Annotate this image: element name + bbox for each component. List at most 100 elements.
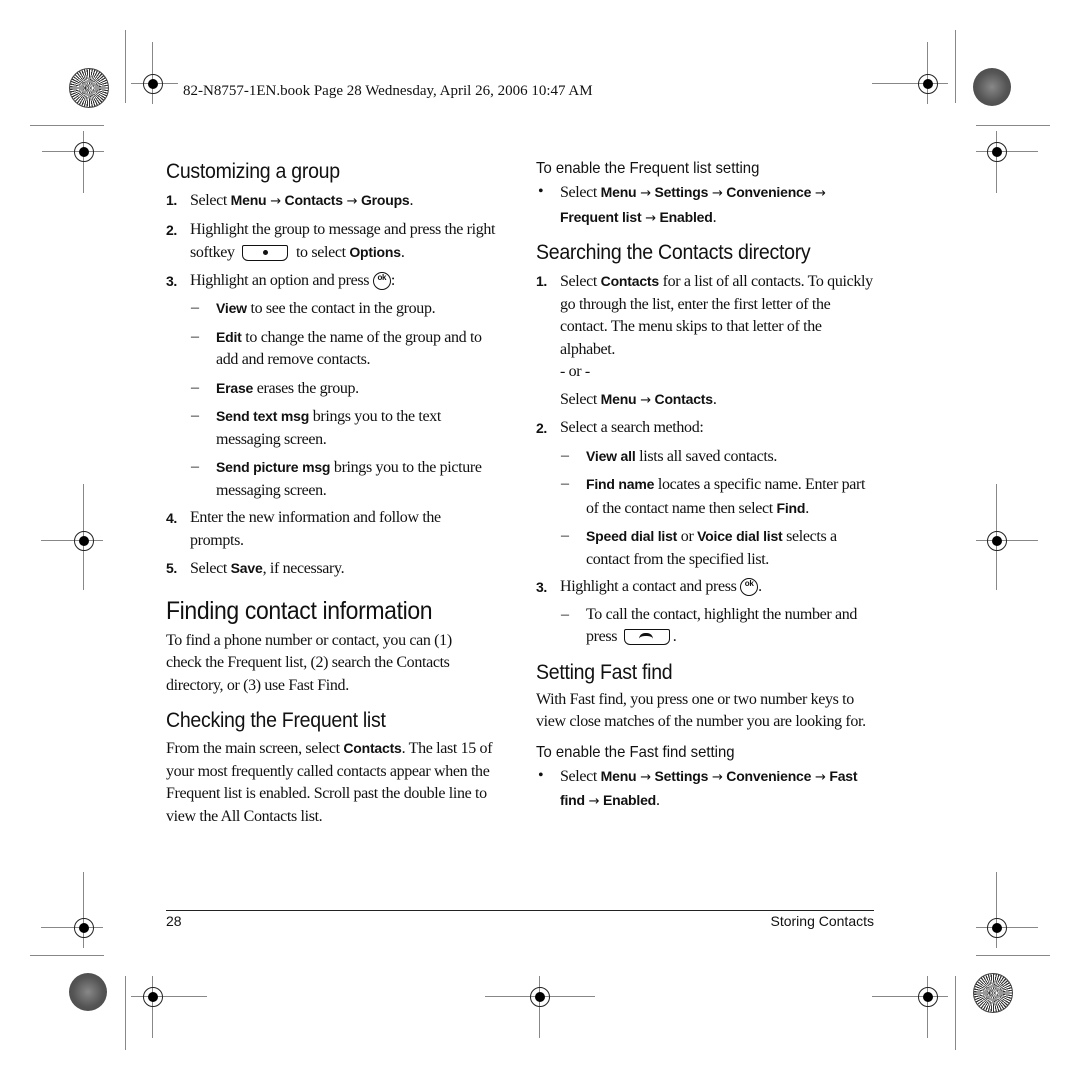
method-label: Speed dial list <box>586 528 678 544</box>
page-number: 28 <box>166 913 182 929</box>
subheading-enable-frequent: To enable the Frequent list setting <box>536 160 760 177</box>
dash: – <box>561 527 569 544</box>
option-item: – Send picture msg brings you to the pict… <box>166 456 506 502</box>
arrow-icon: → <box>266 194 285 209</box>
arrow-icon: → <box>811 769 830 785</box>
dash: – <box>191 407 199 424</box>
crop-line <box>30 125 104 126</box>
fastfind-intro: With Fast find, you press one or two num… <box>536 690 866 731</box>
step-number: 2. <box>166 221 177 238</box>
find-term: Find <box>776 499 806 516</box>
dash: – <box>191 327 199 345</box>
crop-line <box>955 30 956 103</box>
dash: – <box>191 458 199 475</box>
section-heading-fastfind: Setting Fast find <box>536 660 673 684</box>
convenience-term: Convenience <box>726 184 812 200</box>
contacts-term: Contacts <box>343 740 402 756</box>
footer-rule <box>166 910 874 911</box>
groups-term: Groups <box>360 192 410 208</box>
method-label: View all <box>586 447 636 464</box>
option-label: Send text msg <box>216 408 310 424</box>
step-number: 1. <box>166 192 177 208</box>
arrow-icon: → <box>342 194 361 209</box>
menu-term: Menu <box>600 390 637 407</box>
dash: – <box>561 446 569 464</box>
enable-frequent-path: • Select Menu → Settings → Convenience →… <box>536 181 876 230</box>
crop-line <box>976 125 1050 126</box>
punctuation: : <box>390 271 395 289</box>
options-term: Options <box>349 244 401 260</box>
step-text: , if necessary. <box>262 560 345 577</box>
step-1: 1. Select Contacts for a list of all con… <box>536 270 876 361</box>
option-item: – Send text msg brings you to the text me… <box>166 405 506 451</box>
section-heading-customizing: Customizing a group <box>166 160 340 183</box>
step-text: Select a search method: <box>560 419 704 436</box>
step-2: 2. Highlight the group to message and pr… <box>166 219 506 265</box>
contacts-term: Contacts <box>600 273 659 289</box>
registration-mark-icon <box>141 985 165 1009</box>
method-desc: lists all saved contacts. <box>635 447 778 465</box>
crop-line <box>976 955 1050 956</box>
registration-mark-icon <box>985 529 1009 553</box>
step-number: 3. <box>166 272 177 289</box>
step-number: 1. <box>536 273 547 289</box>
method-label: Voice dial list <box>697 528 783 544</box>
section-heading-finding: Finding contact information <box>166 596 433 625</box>
enable-fastfind-path: • Select Menu → Settings → Convenience →… <box>536 765 876 814</box>
arrow-icon: → <box>636 392 655 408</box>
method-item: – Find name locates a specific name. Ente… <box>536 473 876 520</box>
step-text: Select <box>190 560 231 577</box>
punctuation: . <box>758 578 762 595</box>
step-text: Select <box>560 390 601 408</box>
send-key-icon <box>623 629 670 646</box>
checking-body: From the main screen, select Contacts. T… <box>166 737 506 828</box>
step-number: 4. <box>166 510 177 526</box>
punctuation: . <box>712 390 717 408</box>
step-text: Enter the new information and follow the… <box>190 509 441 549</box>
option-label: Erase <box>216 379 254 396</box>
step-3: 3. Highlight a contact and press ok. <box>536 576 876 599</box>
right-softkey-icon <box>242 245 289 262</box>
settings-term: Settings <box>654 184 709 200</box>
arrow-icon: → <box>636 769 655 785</box>
enabled-term: Enabled <box>659 208 713 225</box>
bullet: • <box>538 183 544 200</box>
step-text: Highlight a contact and press <box>560 578 741 595</box>
step-text: to select <box>292 244 350 261</box>
or-separator: - or - <box>560 363 590 380</box>
option-item: – Edit to change the name of the group an… <box>166 326 506 372</box>
body-text: From the main screen, select <box>166 740 344 757</box>
registration-mark-icon <box>916 72 940 96</box>
registration-mark-icon <box>985 916 1009 940</box>
step-5: 5. Select Save, if necessary. <box>166 557 506 581</box>
arrow-icon: → <box>641 210 660 226</box>
punctuation: . <box>409 192 414 209</box>
dash: – <box>561 605 569 623</box>
option-desc: erases the group. <box>253 379 359 397</box>
contacts-term: Contacts <box>654 390 713 407</box>
step-2: 2. Select a search method: <box>536 417 876 440</box>
dial-mark-icon <box>973 68 1011 106</box>
step-1: 1. Select Menu → Contacts → Groups. <box>166 189 506 214</box>
option-label: Edit <box>216 328 242 345</box>
step-number: 5. <box>166 560 177 576</box>
registration-mark-icon <box>141 72 165 96</box>
menu-term: Menu <box>600 184 637 200</box>
ok-key-icon: ok <box>372 271 391 290</box>
section-heading-checking: Checking the Frequent list <box>166 709 386 732</box>
option-item: – Erase erases the group. <box>166 377 506 401</box>
option-item: – View to see the contact in the group. <box>166 297 506 321</box>
menu-term: Menu <box>600 767 637 784</box>
step-text: Highlight an option and press <box>190 271 373 289</box>
step-text: Select <box>560 767 601 785</box>
arrow-icon: → <box>708 769 727 785</box>
arrow-icon: → <box>708 186 727 201</box>
registration-mark-icon <box>916 985 940 1009</box>
step-text: Select <box>560 273 601 290</box>
crop-line <box>30 955 104 956</box>
registration-mark-icon <box>72 529 96 553</box>
dash: – <box>191 378 199 396</box>
punctuation: . <box>805 499 809 517</box>
method-label: Find name <box>586 476 655 492</box>
punctuation: . <box>656 792 660 809</box>
